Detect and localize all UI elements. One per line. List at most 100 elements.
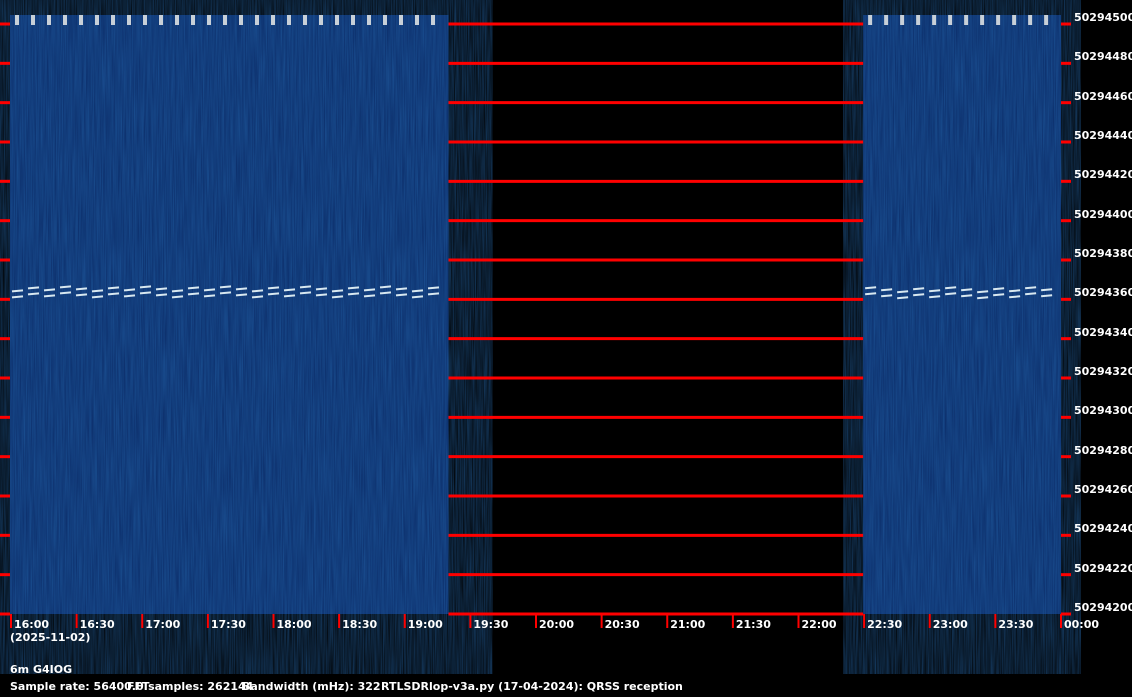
signal-trace: [347, 292, 360, 296]
top-marker: [431, 15, 435, 25]
x-tick-label: 20:00: [539, 618, 575, 631]
top-marker: [271, 15, 275, 25]
y-tick-label: 50294360: [1074, 286, 1132, 300]
signal-trace: [43, 288, 56, 292]
top-marker: [143, 15, 147, 25]
top-marker: [335, 15, 339, 25]
signal-trace: [331, 289, 344, 293]
signal-trace: [91, 295, 104, 299]
top-marker: [207, 15, 211, 25]
top-marker: [175, 15, 179, 25]
top-marker: [63, 15, 67, 25]
top-marker: [31, 15, 35, 25]
signal-trace: [945, 292, 957, 296]
top-marker: [95, 15, 99, 25]
y-tick-label: 50294480: [1074, 50, 1132, 64]
signal-trace: [881, 294, 893, 298]
station-label: 6m G4IOG: [10, 663, 73, 676]
signal-trace: [123, 294, 136, 298]
signal-trace: [363, 288, 376, 292]
x-tick-label: 20:30: [604, 618, 640, 631]
signal-trace: [187, 292, 200, 296]
signal-trace: [267, 292, 280, 296]
signal-trace: [59, 291, 72, 295]
signal-trace: [203, 294, 216, 298]
y-tick-label: 50294200: [1074, 601, 1132, 614]
signal-trace: [1025, 286, 1037, 290]
y-tick-label: 50294240: [1074, 522, 1132, 536]
y-tick-label: 50294500: [1074, 11, 1132, 24]
signal-trace: [395, 293, 408, 297]
top-marker: [159, 15, 163, 25]
signal-trace: [945, 286, 957, 290]
signal-trace: [897, 290, 909, 294]
signal-trace: [11, 289, 24, 293]
x-tick-label: 23:30: [998, 618, 1034, 631]
y-tick-label: 50294460: [1074, 89, 1132, 103]
signal-trace: [75, 287, 88, 291]
signal-trace: [235, 293, 248, 297]
top-marker: [15, 15, 19, 25]
y-tick-label: 50294340: [1074, 325, 1132, 339]
top-marker: [884, 15, 889, 25]
signal-trace: [299, 291, 312, 295]
signal-trace: [929, 289, 941, 293]
signal-trace: [993, 287, 1005, 291]
signal-trace: [155, 287, 168, 291]
x-tick-label: 18:30: [342, 618, 378, 631]
signal-trace: [1009, 289, 1021, 293]
signal-trace: [43, 294, 56, 298]
signal-trace: [187, 286, 200, 290]
y-tick-label: 50294320: [1074, 365, 1132, 378]
top-marker: [79, 15, 83, 25]
x-tick-label: 00:00: [1064, 618, 1100, 631]
top-marker: [1028, 15, 1033, 25]
waterfall-noise: [10, 15, 449, 614]
signal-trace: [107, 292, 120, 296]
signal-trace: [139, 285, 152, 289]
signal-trace: [11, 295, 24, 299]
signal-trace: [881, 288, 893, 292]
top-marker: [868, 15, 873, 25]
signal-trace: [203, 288, 216, 292]
signal-trace: [865, 286, 877, 290]
signal-trace: [219, 291, 232, 295]
signal-trace: [897, 296, 909, 300]
signal-trace: [59, 285, 72, 289]
signal-trace: [363, 294, 376, 298]
signal-trace: [865, 292, 877, 296]
signal-trace: [91, 289, 104, 293]
top-marker: [1012, 15, 1017, 25]
signal-trace: [379, 285, 392, 289]
signal-trace: [27, 286, 40, 290]
signal-trace: [427, 292, 440, 296]
top-marker: [900, 15, 905, 25]
y-tick-label: 50294280: [1074, 443, 1132, 457]
signal-trace: [267, 286, 280, 290]
top-marker: [303, 15, 307, 25]
signal-trace: [235, 287, 248, 291]
signal-trace: [993, 293, 1005, 297]
x-tick-label: 16:30: [79, 618, 115, 631]
top-marker: [47, 15, 51, 25]
sample-rate: Sample rate: 56400.0: [10, 680, 144, 693]
bandwidth: Bandwidth (mHz): 322: [242, 680, 381, 693]
y-tick-label: 50294380: [1074, 247, 1132, 260]
top-marker: [111, 15, 115, 25]
y-tick-label: 50294220: [1074, 561, 1132, 575]
signal-trace: [27, 292, 40, 296]
signal-trace: [929, 295, 941, 299]
date-label: (2025-11-02): [10, 631, 91, 644]
x-tick-label: 17:00: [145, 618, 181, 631]
x-tick-label: 21:00: [670, 618, 706, 631]
signal-trace: [977, 296, 989, 300]
top-marker: [932, 15, 937, 25]
top-marker: [964, 15, 969, 25]
top-marker: [367, 15, 371, 25]
signal-trace: [315, 293, 328, 297]
top-marker: [980, 15, 985, 25]
top-marker: [127, 15, 131, 25]
top-marker: [916, 15, 921, 25]
signal-trace: [411, 295, 424, 299]
x-tick-label: 21:30: [735, 618, 771, 631]
